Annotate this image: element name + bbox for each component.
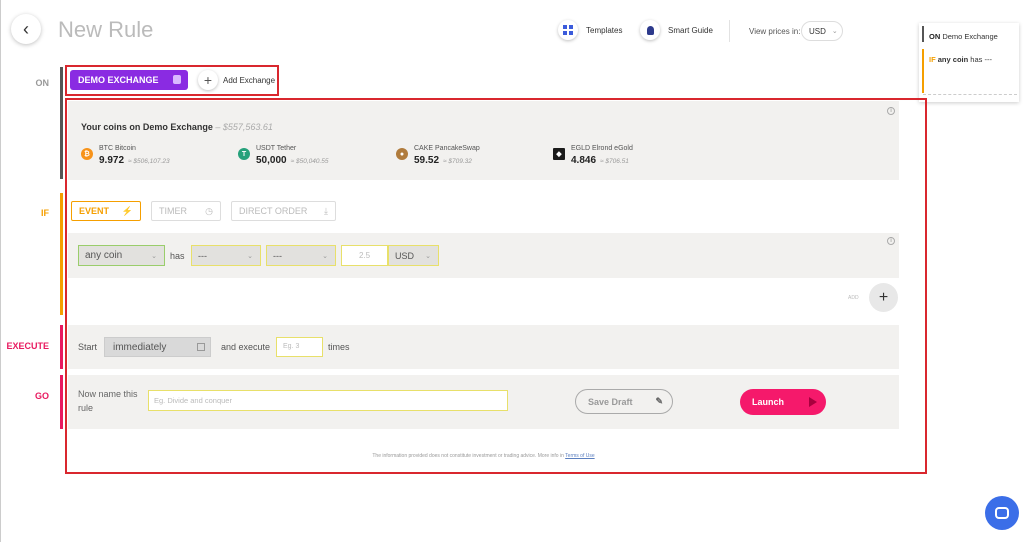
lightbulb-icon xyxy=(640,20,660,40)
chevron-down-icon: ⌄ xyxy=(831,28,838,35)
page-title: New Rule xyxy=(58,17,154,42)
rule-editor-page: ‹ New Rule Templates Smart Guide View pr… xyxy=(0,0,1024,542)
chat-icon xyxy=(995,507,1009,519)
summary-if-text: has --- xyxy=(970,55,992,64)
templates-button[interactable]: Templates xyxy=(558,20,622,40)
view-prices-label: View prices in: xyxy=(749,27,801,36)
highlight-exchange-box xyxy=(65,65,279,96)
rule-summary-panel: ON Demo Exchange IF any coin has --- xyxy=(919,23,1019,102)
if-section-bar xyxy=(60,193,63,315)
summary-on-keyword: ON xyxy=(929,32,941,41)
section-label-execute: EXECUTE xyxy=(6,341,49,351)
summary-on-bar xyxy=(922,26,924,42)
smart-guide-button[interactable]: Smart Guide xyxy=(640,20,713,40)
summary-if-keyword: IF xyxy=(929,55,936,64)
summary-on-text: Demo Exchange xyxy=(942,32,998,41)
summary-divider xyxy=(923,94,1017,95)
highlight-rule-box xyxy=(65,98,927,474)
section-label-if: IF xyxy=(41,208,49,218)
summary-if-bar xyxy=(922,49,924,93)
summary-if-row: IF any coin has --- xyxy=(929,55,992,64)
chat-button[interactable] xyxy=(985,496,1019,530)
templates-label: Templates xyxy=(586,25,623,35)
section-label-go: GO xyxy=(34,391,49,401)
currency-value: USD xyxy=(809,26,826,36)
section-label-on: ON xyxy=(35,78,50,88)
summary-if-coin: any coin xyxy=(937,55,969,64)
chevron-left-icon: ‹ xyxy=(23,18,29,39)
on-section-bar xyxy=(60,67,63,179)
smart-guide-label: Smart Guide xyxy=(668,25,713,35)
go-section-bar xyxy=(60,375,63,429)
header-divider xyxy=(729,20,730,42)
currency-select[interactable]: USD ⌄ xyxy=(801,21,843,41)
summary-on-row: ON Demo Exchange xyxy=(929,32,998,41)
back-button[interactable]: ‹ xyxy=(11,14,41,44)
execute-section-bar xyxy=(60,325,63,369)
grid-icon xyxy=(558,20,578,40)
